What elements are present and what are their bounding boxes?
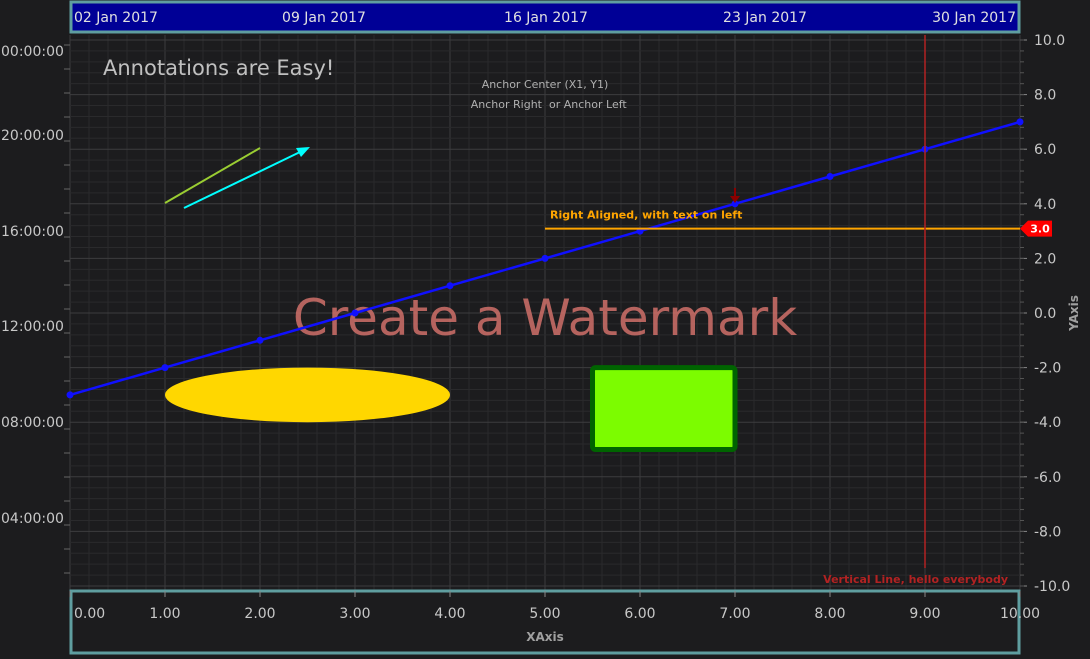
- anchor-left-text[interactable]: or Anchor Left: [549, 98, 627, 111]
- chart: 02 Jan 2017 09 Jan 2017 16 Jan 2017 23 Jan …: [1, 0, 1081, 655]
- series-point: [256, 336, 264, 344]
- left-axis-tick-label: 12:00:00: [1, 319, 64, 335]
- series-point: [1016, 118, 1024, 126]
- series-point: [541, 254, 549, 262]
- horizontal-line-text: Right Aligned, with text on left: [550, 209, 742, 222]
- x-tick-label: 8.00: [814, 606, 845, 622]
- y-tick-label: -8.0: [1034, 524, 1061, 540]
- x-tick-label: 4.00: [434, 606, 465, 622]
- series-point: [826, 173, 834, 180]
- left-axis-tick-label: 20:00:00: [1, 128, 64, 144]
- y-axis-tick-labels: 10.0 8.0 6.0 4.0 2.0 0.0 -2.0 -4.0 -6.0 -8.0 -10.0: [1020, 33, 1070, 595]
- chart-surface[interactable]: 02 Jan 2017 09 Jan 2017 16 Jan 2017 23 Jan …: [0, 0, 1090, 655]
- anchor-right-text[interactable]: Anchor Right: [471, 98, 543, 111]
- y-tick-label: 6.0: [1034, 142, 1056, 158]
- left-axis-tick-label: 00:00:00: [1, 44, 64, 60]
- top-axis-tick-label: 23 Jan 2017: [723, 10, 807, 26]
- y-tick-label: 8.0: [1034, 88, 1056, 104]
- series-point: [66, 391, 74, 399]
- anchor-center-text[interactable]: Anchor Center (X1, Y1): [482, 78, 609, 91]
- y-tick-label: -4.0: [1034, 415, 1061, 431]
- header-annotation-text[interactable]: Annotations are Easy!: [103, 56, 334, 80]
- x-tick-label: 1.00: [149, 606, 180, 622]
- box-annotation: [590, 365, 738, 453]
- y-tick-label: 0.0: [1034, 306, 1056, 322]
- series-point: [446, 282, 454, 290]
- x-axis-title: XAxis: [526, 630, 564, 644]
- x-tick-label: 10.00: [1000, 606, 1040, 622]
- left-axis-tick-labels: 00:00:00 20:00:00 16:00:00 12:00:00 08:00:00…: [1, 44, 70, 574]
- horizontal-line-axis-label: 3.0: [1030, 223, 1050, 236]
- y-tick-label: -10.0: [1034, 579, 1070, 595]
- x-tick-label: 9.00: [909, 606, 940, 622]
- y-axis-title: YAxis: [1067, 295, 1081, 332]
- x-tick-label: 5.00: [529, 606, 560, 622]
- x-tick-label: 0.00: [74, 606, 105, 622]
- watermark-text: Create a Watermark: [293, 289, 797, 347]
- left-axis-tick-label: 08:00:00: [1, 415, 64, 431]
- x-tick-label: 2.00: [244, 606, 275, 622]
- y-tick-label: 2.0: [1034, 251, 1056, 267]
- left-axis-tick-label: 16:00:00: [1, 224, 64, 240]
- left-axis-tick-label: 04:00:00: [1, 511, 64, 527]
- ellipse-annotation: [165, 367, 450, 423]
- series-point: [161, 364, 169, 372]
- top-axis-tick-label: 02 Jan 2017: [74, 10, 158, 26]
- x-axis-tick-labels: 0.00 1.00 2.00 3.00 4.00 5.00 6.00 7.00 8.00 9.00…: [69, 591, 1040, 622]
- series-point: [351, 309, 359, 317]
- y-tick-label: -6.0: [1034, 470, 1061, 486]
- top-axis-tick-label: 16 Jan 2017: [504, 10, 588, 26]
- vertical-line-text: Vertical Line, hello everybody: [823, 573, 1008, 586]
- x-tick-label: 3.00: [339, 606, 370, 622]
- x-tick-label: 7.00: [719, 606, 750, 622]
- x-tick-label: 6.00: [624, 606, 655, 622]
- y-tick-label: 10.0: [1034, 33, 1065, 49]
- top-axis-tick-label: 09 Jan 2017: [282, 10, 366, 26]
- top-axis-tick-label: 30 Jan 2017: [932, 10, 1016, 26]
- y-tick-label: -2.0: [1034, 361, 1061, 377]
- y-tick-label: 4.0: [1034, 197, 1056, 213]
